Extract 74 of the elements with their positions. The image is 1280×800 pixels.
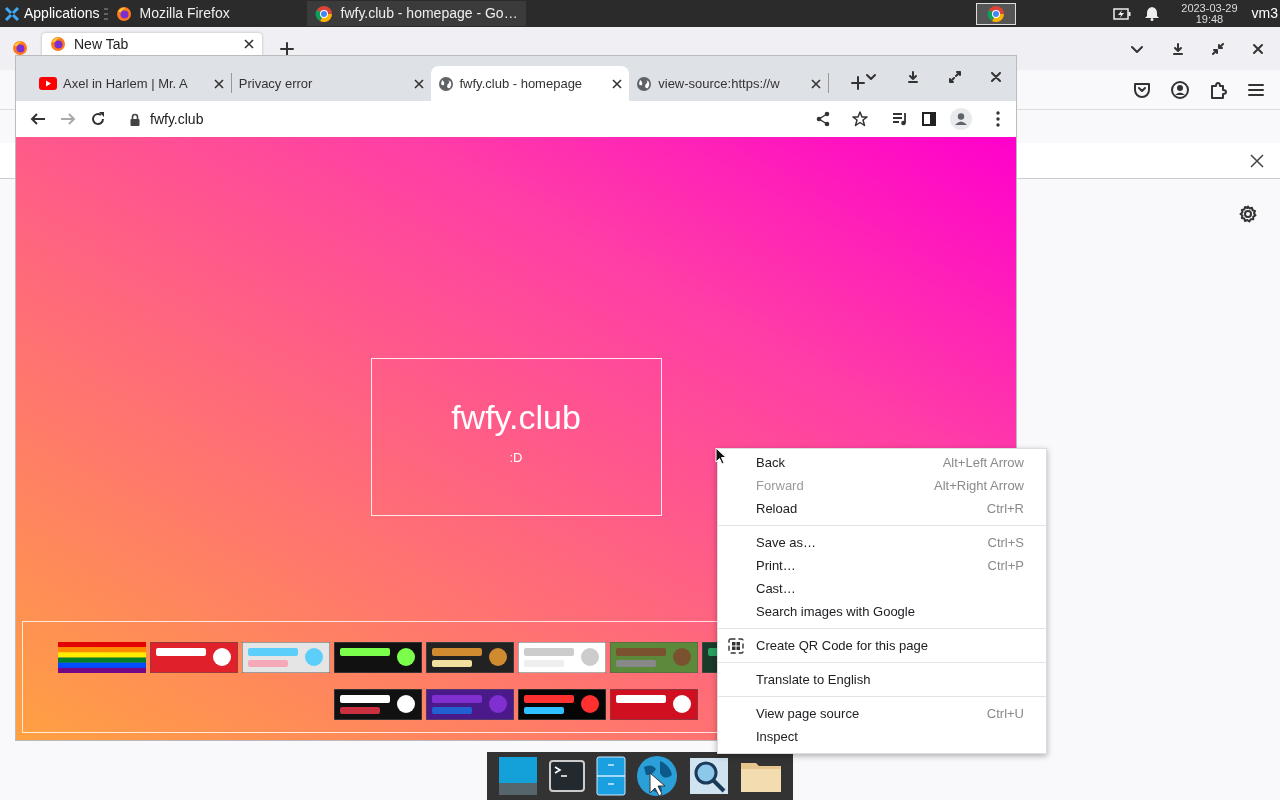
share-icon[interactable] bbox=[816, 111, 830, 127]
menu-item[interactable]: Reload Ctrl+R bbox=[718, 497, 1046, 520]
back-arrow-icon[interactable] bbox=[30, 111, 46, 127]
reload-icon[interactable] bbox=[90, 111, 106, 127]
browser-tab[interactable]: Axel in Harlem | Mr. A bbox=[32, 66, 231, 101]
download-icon[interactable] bbox=[1172, 43, 1184, 55]
site-title: fwfy.club bbox=[451, 399, 581, 437]
menu-item[interactable]: View page source Ctrl+U bbox=[718, 702, 1046, 725]
menu-item[interactable]: Create QR Code for this page bbox=[718, 634, 1046, 657]
clock-date: 2023-03-29 bbox=[1181, 2, 1238, 14]
close-icon[interactable] bbox=[213, 78, 224, 89]
menu-item[interactable]: Cast… bbox=[718, 577, 1046, 600]
close-icon[interactable] bbox=[811, 78, 821, 89]
maximize-icon[interactable] bbox=[949, 71, 961, 83]
account-icon[interactable] bbox=[1171, 80, 1189, 99]
profile-avatar-icon[interactable] bbox=[950, 108, 972, 130]
applications-menu[interactable]: Applications bbox=[0, 2, 104, 25]
shortcut-text: Ctrl+R bbox=[986, 499, 1024, 518]
new-tab-icon[interactable] bbox=[851, 76, 865, 90]
pocket-icon[interactable] bbox=[1133, 80, 1151, 99]
shortcut-text: Alt+Left Arrow bbox=[942, 453, 1024, 472]
globe-icon bbox=[437, 75, 454, 92]
battery-icon bbox=[1113, 7, 1132, 20]
side-panel-icon[interactable] bbox=[922, 112, 936, 126]
video-play-icon bbox=[39, 77, 57, 90]
emoticon-text: :D bbox=[509, 449, 523, 468]
shortcut-text: Alt+Right Arrow bbox=[934, 476, 1024, 495]
browser-tab[interactable]: fwfy.club - homepage bbox=[430, 66, 630, 101]
close-icon[interactable] bbox=[612, 78, 623, 89]
puzzle-icon[interactable] bbox=[1209, 80, 1227, 99]
close-icon[interactable] bbox=[1250, 153, 1264, 168]
user-label: vm3 bbox=[1251, 4, 1278, 23]
shortcut-text: Ctrl+U bbox=[986, 704, 1024, 723]
search-magnifier-icon[interactable] bbox=[688, 757, 729, 795]
menu-item[interactable]: Translate to English bbox=[718, 668, 1046, 691]
close-icon[interactable] bbox=[413, 78, 424, 89]
more-menu-icon[interactable] bbox=[996, 111, 1000, 127]
shortcut-text: Ctrl+S bbox=[987, 533, 1024, 552]
firefox-icon bbox=[115, 5, 132, 22]
download-icon[interactable] bbox=[907, 71, 919, 83]
close-icon[interactable] bbox=[991, 72, 1001, 82]
media-playlist-icon[interactable] bbox=[892, 112, 908, 126]
chrome-icon bbox=[314, 4, 333, 23]
globe-cursor-icon[interactable] bbox=[636, 755, 679, 797]
browser-tab[interactable]: view-source:https://w bbox=[629, 66, 828, 101]
menu-item[interactable]: Save as… Ctrl+S bbox=[718, 531, 1046, 554]
workspace-thumbnail[interactable] bbox=[975, 2, 1016, 25]
settings-icon[interactable] bbox=[1239, 205, 1257, 223]
handle-icon bbox=[103, 7, 108, 20]
firefox-icon bbox=[12, 40, 28, 56]
taskbar-button[interactable]: fwfy.club - homepage - Go… bbox=[306, 1, 526, 26]
clock-time: 19:48 bbox=[1195, 13, 1224, 25]
app-menu-icon bbox=[4, 5, 20, 22]
lock-icon bbox=[130, 112, 140, 126]
menu-item[interactable]: Print… Ctrl+P bbox=[718, 554, 1046, 577]
new-tab-icon[interactable] bbox=[280, 42, 294, 56]
qr-code-icon bbox=[728, 638, 744, 654]
menu-item[interactable]: Inspect bbox=[718, 725, 1046, 748]
menu-item[interactable]: Search images with Google bbox=[718, 600, 1046, 623]
chrome-icon bbox=[986, 4, 1005, 23]
close-icon[interactable] bbox=[1252, 43, 1264, 55]
file-cabinet-icon[interactable] bbox=[595, 756, 626, 796]
chevron-down-icon[interactable] bbox=[865, 71, 877, 83]
desktop-icon[interactable] bbox=[498, 756, 539, 796]
star-icon[interactable] bbox=[852, 111, 868, 127]
browser-tab[interactable]: New Tab bbox=[42, 33, 262, 55]
globe-icon bbox=[636, 75, 653, 92]
notification-bell-icon[interactable] bbox=[1145, 6, 1160, 21]
close-icon[interactable] bbox=[244, 39, 254, 49]
browser-tab[interactable]: Privacy error bbox=[231, 66, 431, 101]
firefox-icon bbox=[50, 36, 66, 52]
terminal-icon[interactable] bbox=[549, 760, 585, 792]
shortcut-text: Ctrl+P bbox=[987, 556, 1024, 575]
minimize-icon[interactable] bbox=[1212, 43, 1224, 55]
